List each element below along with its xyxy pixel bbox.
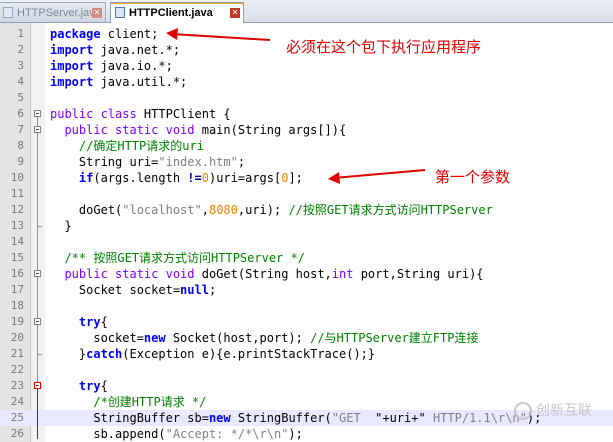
arrow-to-args: [328, 169, 426, 184]
annotation-arrows: [166, 28, 426, 184]
logo-icon: [514, 402, 532, 420]
arrow-to-package: [166, 28, 271, 41]
watermark-text: 创新互联: [536, 403, 592, 419]
watermark-logo: 创新互联: [514, 396, 612, 426]
